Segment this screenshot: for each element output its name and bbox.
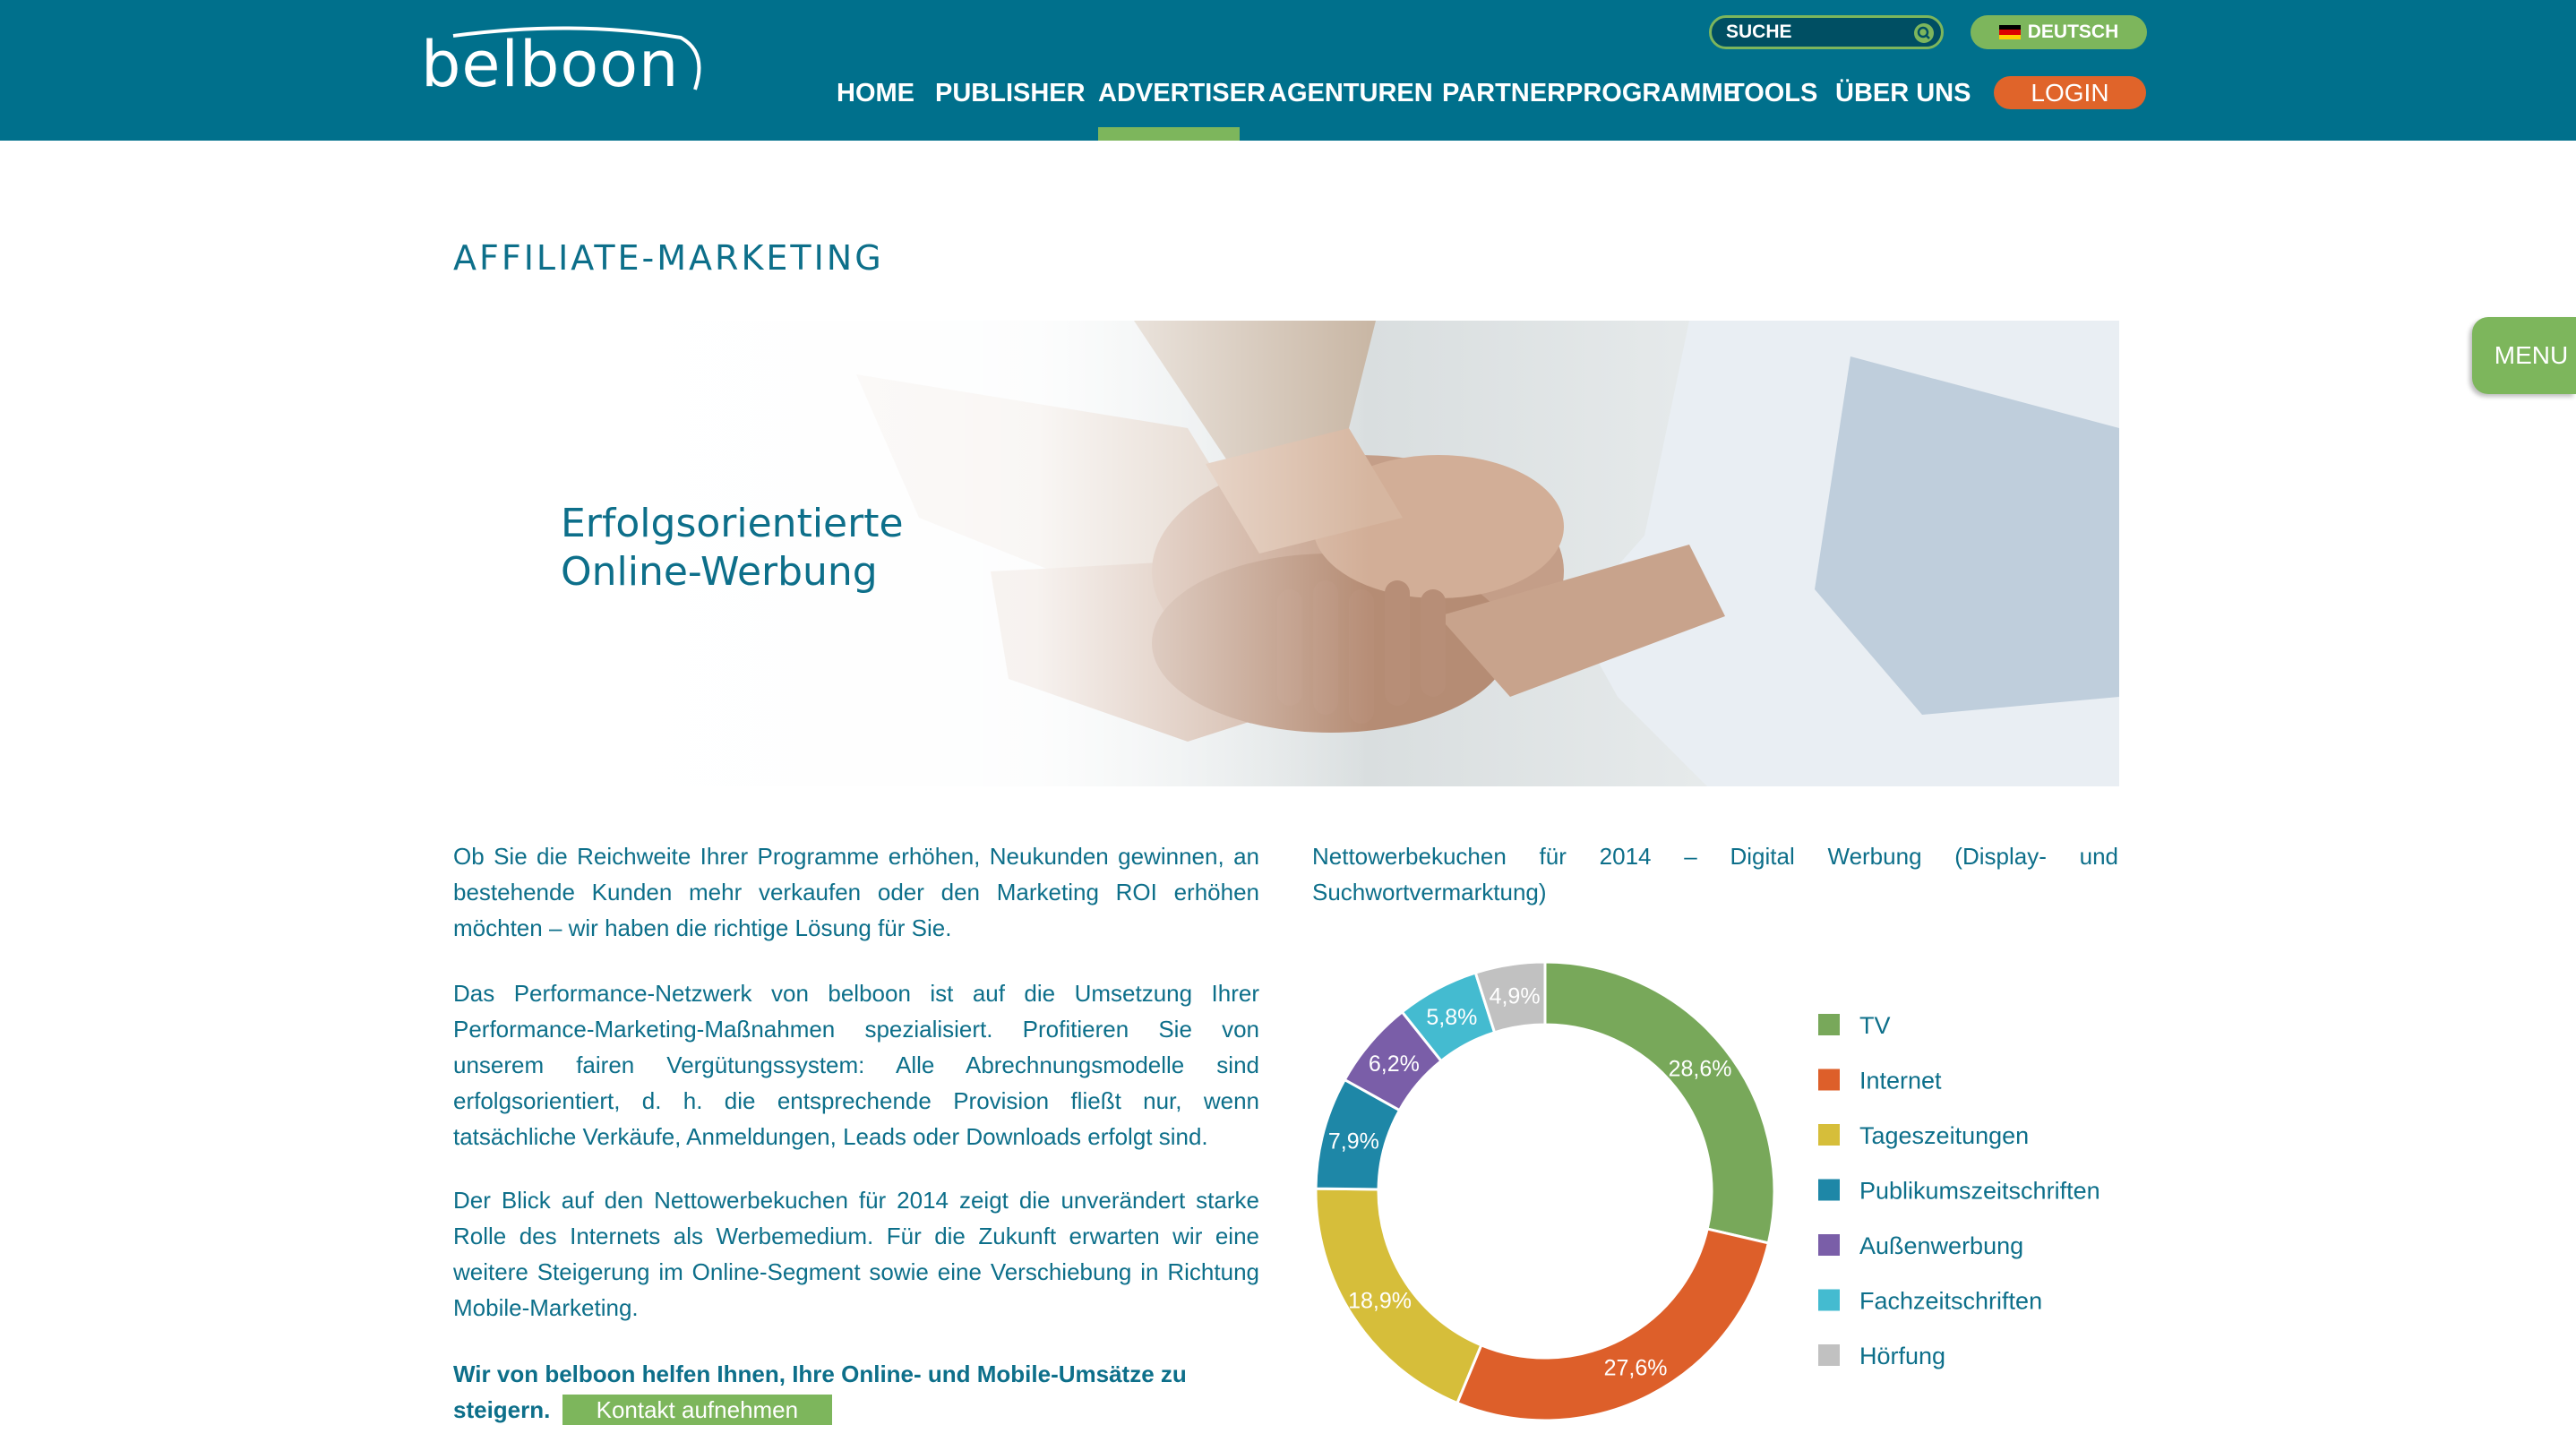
slice-label-3: 18,9% (1348, 1289, 1412, 1314)
legend-label-1: TV (1859, 1012, 1891, 1039)
legend-swatch-2 (1818, 1069, 1840, 1091)
side-menu-tab[interactable]: MENU (2472, 317, 2576, 394)
legend-label-6: Fachzeitschriften (1859, 1288, 2042, 1315)
nav-item-partnerprogramme[interactable]: PARTNERPROGRAMME (1442, 75, 1740, 111)
site-header: belboon DEUTSCH HOME PUBLISHER ADVERTISE… (0, 0, 2576, 141)
hero-heading-line1: Erfolgsorientierte (561, 501, 904, 546)
search-icon[interactable] (1914, 23, 1934, 43)
nav-item-home[interactable]: HOME (837, 75, 914, 111)
market-paragraph: Der Blick auf den Nettowerbekuchen für 2… (453, 1187, 1259, 1321)
page-title: AFFILIATE-MARKETING (453, 238, 884, 278)
network-paragraph: Das Performance-Netzwerk von belboon ist… (453, 980, 1259, 1150)
donut-chart: 28,6% 27,6% 18,9% 7,9% 6,2%5,8% 4,9% TV Interne… (1314, 960, 2100, 1422)
nav-item-agenturen[interactable]: AGENTUREN (1268, 75, 1433, 111)
slice-label-5: 6,2% (1369, 1051, 1420, 1077)
legend-swatch-6 (1818, 1289, 1840, 1311)
language-selector[interactable]: DEUTSCH (1971, 15, 2147, 49)
slice-label-1: 28,6% (1669, 1057, 1732, 1082)
flag-de-icon (1998, 25, 2021, 39)
cta-block: Wir von belboon helfen Ihnen, Ihre Onlin… (453, 1356, 1259, 1428)
chart-title: Nettowerbekuchen für 2014 – Digital Werb… (1312, 843, 2118, 906)
logo-text: belboon (421, 28, 680, 101)
slice-label-4: 7,9% (1328, 1129, 1379, 1154)
donut-slice-2 (1455, 1227, 1771, 1422)
nav-item-publisher[interactable]: PUBLISHER (935, 75, 1086, 111)
hero-banner: Erfolgsorientierte Online-Werbung (453, 321, 2119, 786)
hero-heading: Erfolgsorientierte Online-Werbung (561, 500, 904, 597)
legend-label-3: Tageszeitungen (1859, 1122, 2029, 1149)
search-box (1709, 15, 1944, 49)
legend-label-7: Hörfung (1859, 1343, 1945, 1369)
slice-label-2: 27,6% (1604, 1356, 1668, 1381)
legend-swatch-5 (1818, 1234, 1840, 1256)
contact-button[interactable]: Kontakt aufnehmen (562, 1395, 833, 1425)
nav-item-tools[interactable]: TOOLS (1729, 75, 1817, 111)
legend-swatch-7 (1818, 1344, 1840, 1366)
language-label: DEUTSCH (2027, 21, 2119, 42)
slice-label-7: 4,9% (1490, 984, 1541, 1009)
legend-swatch-3 (1818, 1124, 1840, 1146)
legend-label-2: Internet (1859, 1068, 1942, 1094)
nav-active-indicator (1098, 127, 1240, 141)
donut-slice-1 (1543, 960, 1776, 1245)
legend-label-4: Publikumszeitschriften (1859, 1178, 2100, 1205)
intro-paragraph: Ob Sie die Reichweite Ihrer Programme er… (453, 843, 1259, 941)
nav-item-ueber-uns[interactable]: ÜBER UNS (1835, 75, 1971, 111)
legend-label-5: Außenwerbung (1859, 1232, 2023, 1259)
nav-item-advertiser[interactable]: ADVERTISER (1098, 75, 1266, 111)
slice-label-6: 5,8% (1426, 1005, 1477, 1030)
login-button[interactable]: LOGIN (1994, 76, 2146, 109)
search-input[interactable] (1726, 18, 1905, 47)
hero-heading-line2: Online-Werbung (561, 549, 878, 595)
belboon-logo[interactable]: belboon (421, 26, 701, 101)
legend-swatch-4 (1818, 1179, 1840, 1201)
legend-swatch-1 (1818, 1014, 1840, 1035)
